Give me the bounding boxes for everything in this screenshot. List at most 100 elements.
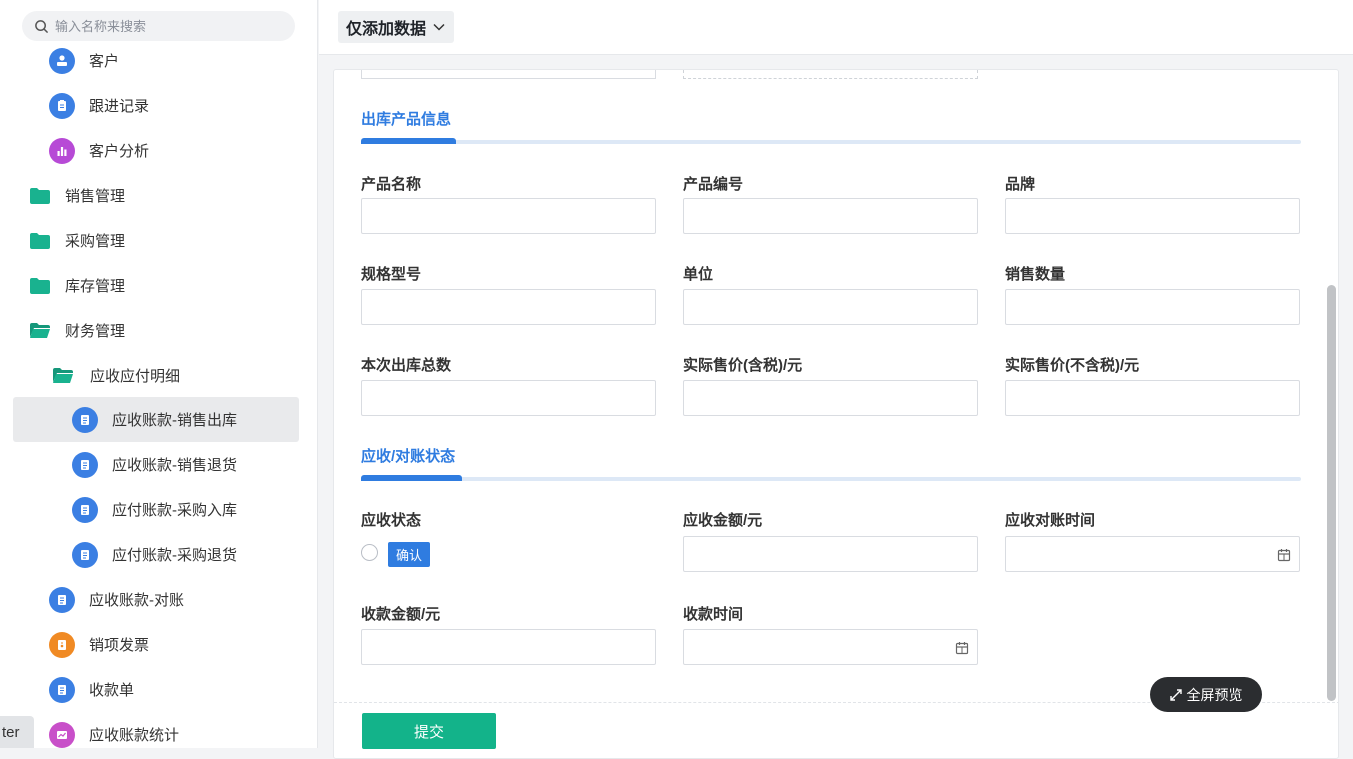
confirm-tag[interactable]: 确认 xyxy=(388,542,431,567)
sidebar-item-label: 跟进记录 xyxy=(89,98,150,115)
document-icon xyxy=(49,586,75,613)
dropdown-label: 仅添加数据 xyxy=(346,21,427,38)
search-input[interactable] xyxy=(55,18,275,34)
label-outbound-total: 本次出库总数 xyxy=(361,357,452,374)
sidebar-item-label: 采购管理 xyxy=(65,233,126,250)
document-icon xyxy=(72,541,98,568)
chart-icon xyxy=(49,721,75,748)
submit-button[interactable]: 提交 xyxy=(362,713,496,749)
expand-icon xyxy=(1169,688,1182,701)
product-name-input[interactable] xyxy=(361,198,656,234)
reconcile-time-input[interactable] xyxy=(1005,536,1300,572)
sidebar-item-sales[interactable]: 销售管理 xyxy=(29,173,125,218)
mode-dropdown[interactable]: 仅添加数据 xyxy=(338,11,455,43)
sidebar-item-purchase[interactable]: 采购管理 xyxy=(29,218,125,263)
unit-input[interactable] xyxy=(683,289,978,325)
sidebar-item-inventory[interactable]: 库存管理 xyxy=(29,263,125,308)
search-icon xyxy=(35,19,48,33)
section-divider xyxy=(361,138,1301,144)
sidebar-item-ar-sales-outbound[interactable]: 应收账款-销售出库 xyxy=(13,397,299,442)
chevron-down-icon xyxy=(433,23,445,31)
sidebar-item-receipt[interactable]: 收款单 xyxy=(49,667,134,712)
section-title-product: 出库产品信息 xyxy=(361,111,452,128)
document-icon xyxy=(72,496,98,523)
partial-input-top[interactable] xyxy=(361,70,656,79)
form-panel: 出库产品信息 产品名称 产品编号 品牌 规格型号 单位 销售数量 本次出库总数 … xyxy=(333,69,1339,759)
sidebar-item-customer-analysis[interactable]: 客户分析 xyxy=(49,128,149,173)
sidebar-item-label: 客户 xyxy=(89,53,120,70)
sidebar-item-label: 库存管理 xyxy=(65,278,126,295)
spec-input[interactable] xyxy=(361,289,656,325)
label-receivable-amount: 应收金额/元 xyxy=(683,512,763,529)
sidebar-item-label: 应收账款统计 xyxy=(89,727,180,744)
sidebar-item-label: 销项发票 xyxy=(89,637,150,654)
folder-icon xyxy=(30,187,50,204)
sidebar-item-ap-purchase-inbound[interactable]: 应付账款-采购入库 xyxy=(72,487,237,532)
customer-icon xyxy=(49,47,75,74)
section-title-receivable: 应收/对账状态 xyxy=(361,448,456,465)
sidebar-item-ar-statistics[interactable]: 应收账款统计 xyxy=(49,712,179,757)
topbar: 仅添加数据 xyxy=(319,0,1353,55)
sidebar-item-receivable-payable-detail[interactable]: 应收应付明细 xyxy=(52,353,180,398)
sidebar-item-label: 客户分析 xyxy=(89,143,150,160)
outbound-total-input[interactable] xyxy=(361,380,656,416)
document-icon xyxy=(49,676,75,703)
calendar-icon[interactable] xyxy=(955,641,969,655)
sidebar-item-customer[interactable]: 客户 xyxy=(49,38,119,83)
label-receivable-status: 应收状态 xyxy=(361,512,422,529)
sidebar-item-label: 应付账款-采购入库 xyxy=(112,502,237,519)
receivable-amount-input[interactable] xyxy=(683,536,978,572)
sidebar: 客户 跟进记录 客户分析 销售管理 采购管理 库存管理 财务管理 应收应付明细 … xyxy=(0,0,318,748)
sidebar-item-label: 应收账款-销售出库 xyxy=(112,412,237,429)
sidebar-item-followup[interactable]: 跟进记录 xyxy=(49,83,149,128)
sidebar-item-label: 应收应付明细 xyxy=(90,368,181,385)
label-unit: 单位 xyxy=(683,266,714,283)
search-box[interactable] xyxy=(22,11,295,41)
folder-icon xyxy=(30,277,50,294)
bottom-tag[interactable]: ter xyxy=(0,716,34,748)
label-reconcile-time: 应收对账时间 xyxy=(1005,512,1096,529)
sidebar-item-ar-sales-return[interactable]: 应收账款-销售退货 xyxy=(72,442,237,487)
sidebar-item-label: 应付账款-采购退货 xyxy=(112,547,237,564)
label-received-time: 收款时间 xyxy=(683,606,744,623)
sidebar-item-label: 应收账款-销售退货 xyxy=(112,457,237,474)
folder-open-icon xyxy=(53,367,73,383)
label-product-name: 产品名称 xyxy=(361,176,422,193)
fullscreen-preview-button[interactable]: 全屏预览 xyxy=(1150,677,1262,712)
label-sales-qty: 销售数量 xyxy=(1005,266,1066,283)
product-code-input[interactable] xyxy=(683,198,978,234)
fullscreen-label: 全屏预览 xyxy=(1186,686,1243,703)
bar-chart-icon xyxy=(49,137,75,164)
sidebar-item-label: 应收账款-对账 xyxy=(89,592,184,609)
document-icon xyxy=(72,406,98,433)
label-received-amount: 收款金额/元 xyxy=(361,606,441,623)
price-tax-input[interactable] xyxy=(683,380,978,416)
sidebar-item-label: 财务管理 xyxy=(65,323,126,340)
price-notax-input[interactable] xyxy=(1005,380,1300,416)
sidebar-item-finance[interactable]: 财务管理 xyxy=(29,308,125,353)
brand-input[interactable] xyxy=(1005,198,1300,234)
section-divider xyxy=(361,475,1301,481)
received-amount-input[interactable] xyxy=(361,629,656,665)
folder-open-icon xyxy=(30,322,50,338)
confirm-radio[interactable] xyxy=(361,544,378,561)
sidebar-item-label: 收款单 xyxy=(89,682,135,699)
sidebar-item-ar-reconcile[interactable]: 应收账款-对账 xyxy=(49,577,184,622)
sidebar-item-label: 销售管理 xyxy=(65,188,126,205)
label-product-code: 产品编号 xyxy=(683,176,744,193)
sidebar-item-ap-purchase-return[interactable]: 应付账款-采购退货 xyxy=(72,532,237,577)
label-spec: 规格型号 xyxy=(361,266,422,283)
label-brand: 品牌 xyxy=(1005,176,1036,193)
folder-icon xyxy=(30,232,50,249)
document-icon xyxy=(72,451,98,478)
label-price-tax: 实际售价(含税)/元 xyxy=(683,357,803,374)
partial-upload-top[interactable] xyxy=(683,70,978,79)
sidebar-item-output-invoice[interactable]: 销项发票 xyxy=(49,622,149,667)
sales-qty-input[interactable] xyxy=(1005,289,1300,325)
label-price-notax: 实际售价(不含税)/元 xyxy=(1005,357,1140,374)
clipboard-icon xyxy=(49,92,75,119)
scrollbar[interactable] xyxy=(1327,285,1336,701)
received-time-input[interactable] xyxy=(683,629,978,665)
calendar-icon[interactable] xyxy=(1277,548,1291,562)
invoice-icon xyxy=(49,631,75,658)
